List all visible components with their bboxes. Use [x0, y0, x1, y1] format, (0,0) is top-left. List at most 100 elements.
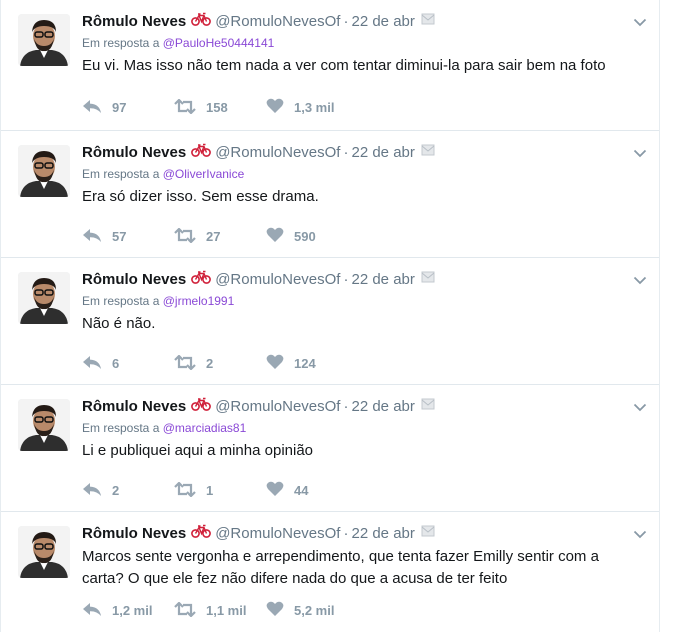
separator-dot: ·: [343, 271, 349, 288]
tweet-actions: 2 1 44: [82, 480, 386, 500]
tweet-feed: Rômulo Neves @RomuloNevesOf · 22 de abr …: [0, 0, 660, 632]
timestamp[interactable]: 22 de abr: [351, 270, 414, 290]
timestamp[interactable]: 22 de abr: [351, 143, 414, 163]
retweet-count: 158: [206, 100, 228, 115]
retweet-count: 1: [206, 483, 214, 498]
reply-to-link[interactable]: @OliverIvanice: [163, 167, 245, 181]
reply-count: 2: [112, 483, 120, 498]
author-handle[interactable]: @RomuloNevesOf: [215, 397, 340, 417]
tweet-header: Rômulo Neves @RomuloNevesOf · 22 de abr: [82, 524, 639, 544]
timestamp[interactable]: 22 de abr: [351, 12, 414, 32]
reply-button[interactable]: 57: [82, 228, 174, 246]
separator-dot: ·: [343, 525, 349, 542]
tweet-actions: 1,2 mil 1,1 mil 5,2 mil: [82, 600, 386, 620]
tweet[interactable]: Rômulo Neves @RomuloNevesOf · 22 de abr …: [1, 258, 659, 385]
reply-button[interactable]: 6: [82, 355, 174, 373]
author-name[interactable]: Rômulo Neves: [82, 12, 186, 32]
like-button[interactable]: 44: [266, 481, 386, 500]
retweet-button[interactable]: 2: [174, 353, 266, 373]
separator-dot: ·: [343, 398, 349, 415]
retweet-button[interactable]: 27: [174, 226, 266, 246]
reply-context: Em resposta a @marciadias81: [82, 420, 639, 436]
reply-context: Em resposta a @jrmelo1991: [82, 293, 639, 309]
author-name[interactable]: Rômulo Neves: [82, 397, 186, 417]
like-button[interactable]: 124: [266, 354, 386, 373]
reply-to-link[interactable]: @jrmelo1991: [163, 294, 235, 308]
tweet-header: Rômulo Neves @RomuloNevesOf · 22 de abr: [82, 397, 639, 417]
bicycle-icon: [191, 143, 212, 163]
reply-to-link[interactable]: @marciadias81: [163, 421, 247, 435]
separator-dot: ·: [343, 144, 349, 161]
message-icon: [421, 143, 435, 163]
tweet-actions: 6 2 124: [82, 353, 386, 373]
retweet-button[interactable]: 1: [174, 480, 266, 500]
reply-count: 57: [112, 229, 127, 244]
tweet-actions: 97 158 1,3 mil: [82, 97, 386, 117]
tweet[interactable]: Rômulo Neves @RomuloNevesOf · 22 de abr …: [1, 131, 659, 258]
tweet-actions: 57 27 590: [82, 226, 386, 246]
chevron-down-icon[interactable]: [633, 14, 647, 32]
tweet[interactable]: Rômulo Neves @RomuloNevesOf · 22 de abr …: [1, 385, 659, 512]
timestamp[interactable]: 22 de abr: [351, 524, 414, 544]
author-handle[interactable]: @RomuloNevesOf: [215, 270, 340, 290]
avatar[interactable]: [18, 14, 70, 66]
like-button[interactable]: 1,3 mil: [266, 98, 386, 117]
timestamp[interactable]: 22 de abr: [351, 397, 414, 417]
bicycle-icon: [191, 397, 212, 417]
retweet-icon: [174, 353, 196, 373]
tweet-header: Rômulo Neves @RomuloNevesOf · 22 de abr: [82, 270, 639, 290]
avatar[interactable]: [18, 399, 70, 451]
retweet-icon: [174, 600, 196, 620]
retweet-button[interactable]: 158: [174, 97, 266, 117]
retweet-icon: [174, 97, 196, 117]
retweet-icon: [174, 480, 196, 500]
reply-button[interactable]: 1,2 mil: [82, 602, 174, 620]
heart-icon: [266, 601, 284, 620]
retweet-count: 1,1 mil: [206, 603, 247, 618]
tweet-text: Marcos sente vergonha e arrependimento, …: [82, 548, 599, 587]
chevron-down-icon[interactable]: [633, 399, 647, 417]
author-handle[interactable]: @RomuloNevesOf: [215, 524, 340, 544]
reply-arrow-icon: [82, 482, 102, 500]
heart-icon: [266, 354, 284, 373]
retweet-count: 2: [206, 356, 214, 371]
separator-dot: ·: [343, 13, 349, 30]
reply-button[interactable]: 2: [82, 482, 174, 500]
message-icon: [421, 270, 435, 290]
message-icon: [421, 12, 435, 32]
reply-context: Em resposta a @OliverIvanice: [82, 166, 639, 182]
tweet[interactable]: Rômulo Neves @RomuloNevesOf · 22 de abr …: [1, 0, 659, 131]
reply-prefix: Em resposta a: [82, 167, 160, 181]
retweet-button[interactable]: 1,1 mil: [174, 600, 266, 620]
author-handle[interactable]: @RomuloNevesOf: [215, 143, 340, 163]
reply-prefix: Em resposta a: [82, 421, 160, 435]
like-count: 44: [294, 483, 309, 498]
tweet[interactable]: Rômulo Neves @RomuloNevesOf · 22 de abr …: [1, 512, 659, 632]
author-name[interactable]: Rômulo Neves: [82, 524, 186, 544]
tweet-text: Não é não.: [82, 315, 156, 332]
reply-button[interactable]: 97: [82, 99, 174, 117]
retweet-icon: [174, 226, 196, 246]
like-count: 590: [294, 229, 316, 244]
like-button[interactable]: 5,2 mil: [266, 601, 386, 620]
chevron-down-icon[interactable]: [633, 272, 647, 290]
tweet-content: Rômulo Neves @RomuloNevesOf · 22 de abr …: [82, 12, 639, 77]
bicycle-icon: [191, 270, 212, 290]
author-name[interactable]: Rômulo Neves: [82, 143, 186, 163]
avatar[interactable]: [18, 145, 70, 197]
avatar[interactable]: [18, 272, 70, 324]
heart-icon: [266, 227, 284, 246]
reply-arrow-icon: [82, 602, 102, 620]
tweet-content: Rômulo Neves @RomuloNevesOf · 22 de abr …: [82, 270, 639, 335]
chevron-down-icon[interactable]: [633, 526, 647, 544]
reply-count: 97: [112, 100, 127, 115]
reply-prefix: Em resposta a: [82, 294, 160, 308]
like-button[interactable]: 590: [266, 227, 386, 246]
author-name[interactable]: Rômulo Neves: [82, 270, 186, 290]
author-handle[interactable]: @RomuloNevesOf: [215, 12, 340, 32]
avatar[interactable]: [18, 526, 70, 578]
tweet-content: Rômulo Neves @RomuloNevesOf · 22 de abr …: [82, 524, 639, 590]
chevron-down-icon[interactable]: [633, 145, 647, 163]
reply-arrow-icon: [82, 99, 102, 117]
reply-to-link[interactable]: @PauloHe50444141: [163, 36, 275, 50]
